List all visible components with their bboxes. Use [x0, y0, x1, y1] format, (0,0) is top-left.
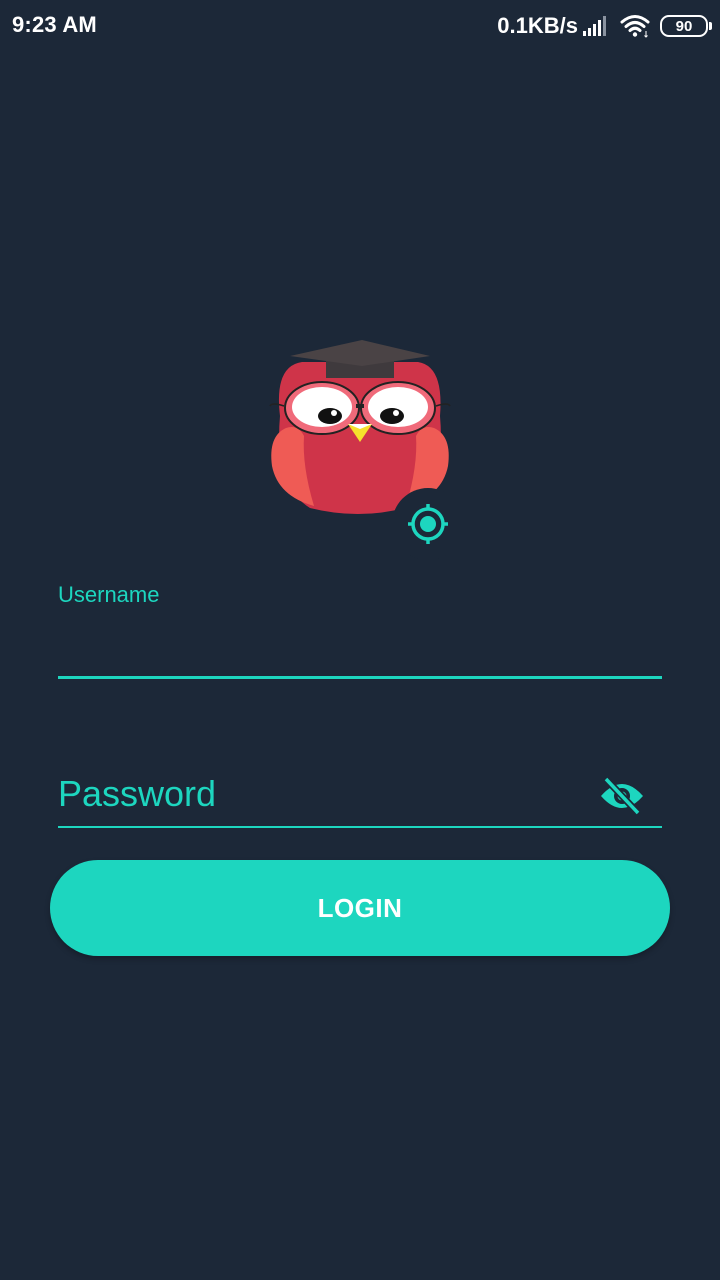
password-input[interactable]: [58, 766, 588, 822]
crosshair-target-icon: [408, 504, 448, 544]
password-underline: [58, 826, 662, 828]
password-visibility-toggle[interactable]: [598, 774, 646, 818]
battery-level: 90: [675, 17, 693, 35]
login-button[interactable]: LOGIN: [50, 860, 670, 956]
network-speed: 0.1KB/s: [497, 13, 578, 38]
eye-off-icon: [601, 776, 643, 816]
battery-icon: 90: [660, 15, 712, 37]
username-underline: [58, 676, 662, 679]
wifi-icon: [620, 15, 650, 38]
status-indicators: 0.1KB/s 90: [497, 12, 712, 40]
locate-button[interactable]: [392, 488, 464, 560]
login-screen: 9:23 AM 0.1KB/s 90 Username LOGIN: [0, 0, 720, 1280]
status-bar: 9:23 AM 0.1KB/s 90: [0, 0, 720, 52]
status-time: 9:23 AM: [12, 12, 97, 37]
username-input[interactable]: [58, 612, 662, 672]
signal-icon: [583, 16, 606, 36]
username-label: Username: [58, 582, 160, 607]
